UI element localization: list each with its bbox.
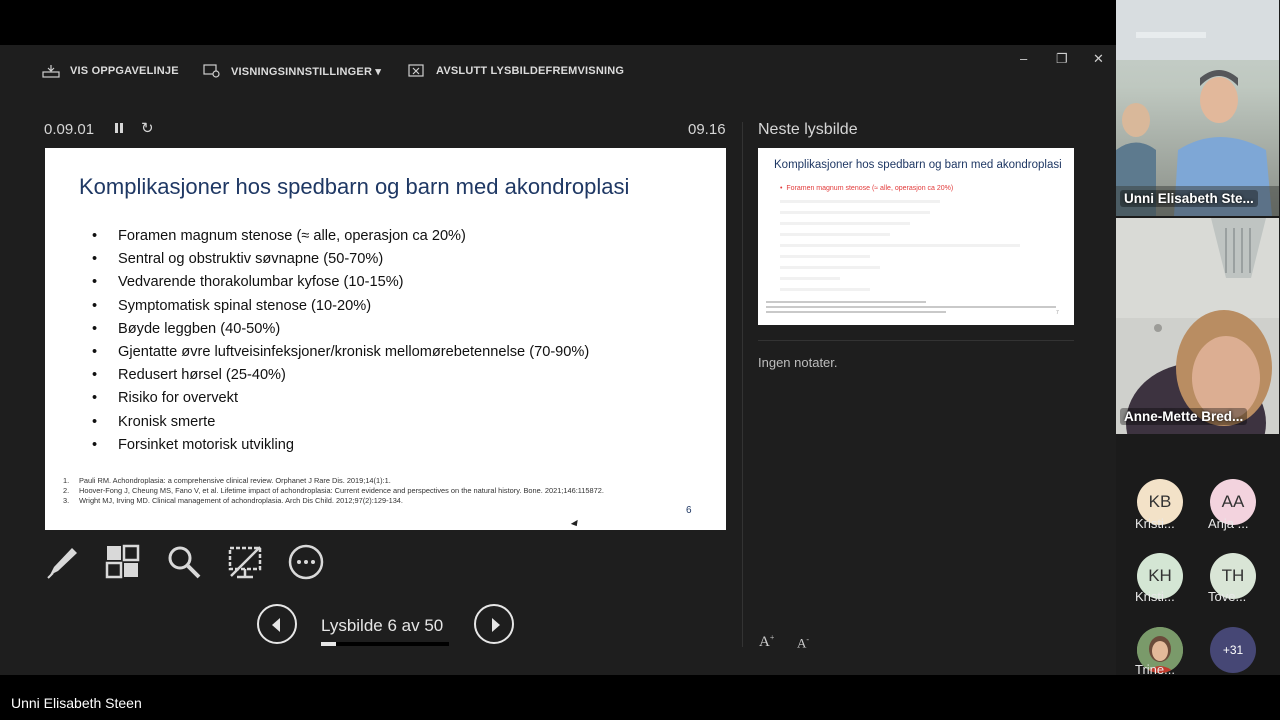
clock: 09.16	[688, 121, 726, 138]
next-slide-first-bullet: • Foramen magnum stenose (≈ alle, operas…	[780, 185, 954, 192]
reference-item: 3. Wright MJ, Irving MD. Clinical managem…	[63, 496, 403, 506]
slide-counter: Lysbilde 6 av 50	[321, 616, 444, 635]
end-slideshow-button[interactable]: AVSLUTT LYSBILDEFREMVISNING	[408, 63, 624, 79]
thumbnail-text-line	[780, 222, 910, 225]
participant-name: Tove...	[1208, 589, 1247, 604]
display-settings-icon	[203, 64, 220, 78]
increase-font-button[interactable]: A+	[759, 633, 774, 651]
thumbnail-slide-number: 7	[1056, 310, 1059, 316]
reference-item: 1. Pauli RM. Achondroplasia: a comprehens…	[63, 476, 391, 485]
thumbnail-reference-line	[766, 301, 926, 303]
presenter-view: VIS OPPGAVELINJE VISNINGSINNSTILLINGER ▾…	[0, 45, 1116, 675]
thumbnail-text-line	[780, 233, 890, 236]
magnifier-icon[interactable]	[165, 543, 203, 581]
elapsed-timer: 0.09.01	[44, 121, 95, 138]
thumbnail-text-line	[780, 266, 880, 269]
bullet-item: Forsinket motorisk utvikling	[92, 434, 589, 457]
next-slide-thumbnail[interactable]: Komplikasjoner hos spedbarn og barn med …	[758, 148, 1074, 325]
notes-separator	[758, 340, 1074, 341]
participant-name: Kristi...	[1135, 516, 1175, 531]
display-settings-label: VISNINGSINNSTILLINGER ▾	[231, 65, 382, 78]
thumbnail-text-line	[780, 288, 870, 291]
participant-name: Kristi...	[1135, 589, 1175, 604]
participant-video-tile[interactable]: Unni Elisabeth Ste...	[1116, 0, 1279, 216]
slide-bullets: Foramen magnum stenose (≈ alle, operasjo…	[92, 225, 589, 457]
bullet-item: Risiko for overvekt	[92, 387, 589, 410]
show-taskbar-button[interactable]: VIS OPPGAVELINJE	[42, 63, 179, 79]
bullet-item: Vedvarende thorakolumbar kyfose (10-15%)	[92, 271, 589, 294]
bullet-item: Symptomatisk spinal stenose (10-20%)	[92, 295, 589, 318]
slide-title: Komplikasjoner hos spedbarn og barn med …	[79, 174, 630, 199]
participant-video-image	[1116, 218, 1279, 434]
presenter-toolbar: VIS OPPGAVELINJE VISNINGSINNSTILLINGER ▾…	[0, 45, 1116, 95]
all-slides-icon[interactable]	[104, 543, 142, 581]
pause-icon[interactable]	[113, 122, 125, 136]
slide-number: 6	[686, 505, 692, 516]
close-button[interactable]: ✕	[1093, 51, 1104, 67]
speaker-notes: Ingen notater.	[758, 355, 838, 370]
more-options-icon[interactable]	[287, 543, 325, 581]
pen-icon[interactable]	[44, 543, 82, 581]
meeting-status-bar: Unni Elisabeth Steen	[0, 675, 1280, 720]
next-slide-title: Komplikasjoner hos spedbarn og barn med …	[774, 159, 1062, 171]
mouse-cursor-icon	[570, 519, 581, 529]
participant-name: Unni Elisabeth Ste...	[1120, 190, 1258, 207]
panel-divider	[742, 122, 743, 647]
thumbnail-text-line	[780, 200, 940, 203]
previous-slide-button[interactable]	[257, 604, 297, 644]
taskbar-icon	[42, 65, 60, 78]
thumbnail-reference-line	[766, 306, 1056, 308]
more-participants-button[interactable]: +31	[1210, 627, 1256, 673]
slide-progress	[321, 642, 449, 646]
minimize-button[interactable]: –	[1020, 51, 1027, 66]
participant-video-image	[1116, 0, 1279, 216]
thumbnail-text-line	[780, 244, 1020, 247]
thumbnail-text-line	[780, 277, 840, 280]
bullet-item: Kronisk smerte	[92, 411, 589, 434]
restore-button[interactable]: ❐	[1056, 51, 1068, 67]
reference-item: 2. Hoover-Fong J, Cheung MS, Fano V, et a…	[63, 486, 604, 496]
decrease-font-button[interactable]: A-	[797, 635, 809, 651]
end-slideshow-icon	[408, 64, 424, 77]
presenter-name: Unni Elisabeth Steen	[11, 695, 142, 711]
next-slide-label: Neste lysbilde	[758, 121, 858, 138]
reset-timer-icon[interactable]: ↻	[141, 119, 154, 137]
thumbnail-text-line	[780, 211, 930, 214]
slide-progress-fill	[321, 642, 337, 646]
display-settings-button[interactable]: VISNINGSINNSTILLINGER ▾	[203, 63, 381, 79]
end-slideshow-label: AVSLUTT LYSBILDEFREMVISNING	[436, 65, 625, 77]
thumbnail-reference-line	[766, 311, 946, 313]
slide-references: 1. Pauli RM. Achondroplasia: a comprehens…	[63, 476, 604, 507]
participant-name: Anja ...	[1208, 516, 1249, 531]
show-taskbar-label: VIS OPPGAVELINJE	[70, 65, 179, 77]
current-slide[interactable]: Komplikasjoner hos spedbarn og barn med …	[45, 148, 726, 530]
bullet-item: Redusert hørsel (25-40%)	[92, 364, 589, 387]
participant-name: Anne-Mette Bred...	[1120, 408, 1248, 425]
bullet-item: Gjentatte øvre luftveisinfeksjoner/kroni…	[92, 341, 589, 364]
thumbnail-text-line	[780, 255, 870, 258]
bullet-item: Foramen magnum stenose (≈ alle, operasjo…	[92, 225, 589, 248]
bullet-item: Sentral og obstruktiv søvnapne (50-70%)	[92, 248, 589, 271]
next-slide-button[interactable]	[474, 604, 514, 644]
bullet-item: Bøyde leggben (40-50%)	[92, 318, 589, 341]
black-screen-icon[interactable]	[226, 543, 264, 581]
participant-video-tile[interactable]: Anne-Mette Bred...	[1116, 218, 1279, 434]
